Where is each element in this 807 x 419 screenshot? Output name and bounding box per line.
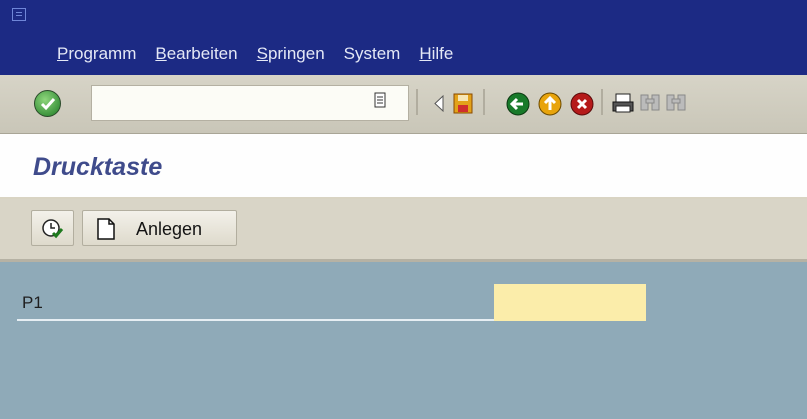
find-icon[interactable] <box>638 91 663 116</box>
exit-icon[interactable] <box>537 91 562 116</box>
p1-label: P1 <box>22 293 43 312</box>
p1-input[interactable] <box>494 284 646 321</box>
create-button-label: Anlegen <box>136 219 203 239</box>
find-next-icon[interactable] <box>664 91 689 116</box>
dropdown-icon[interactable] <box>374 92 386 108</box>
menu-bearbeiten[interactable]: Bearbeiten <box>155 44 237 64</box>
menu-bar: Programm Bearbeiten Springen System Hilf… <box>0 0 807 75</box>
create-document-icon <box>97 218 115 240</box>
back-icon[interactable] <box>505 91 530 116</box>
content-area: P1 <box>0 262 807 419</box>
separator <box>416 89 418 115</box>
page-title: Drucktaste <box>33 153 163 181</box>
cancel-icon[interactable] <box>569 91 594 116</box>
enter-icon[interactable] <box>34 90 61 117</box>
print-icon[interactable] <box>611 91 636 116</box>
application-toolbar: Anlegen <box>0 199 807 262</box>
save-icon[interactable] <box>452 91 477 116</box>
standard-toolbar <box>0 75 807 134</box>
execute-button[interactable] <box>31 210 74 246</box>
separator <box>483 89 485 115</box>
separator <box>601 89 603 115</box>
menu-springen[interactable]: Springen <box>257 44 325 64</box>
menu-programm[interactable]: Programm <box>57 44 136 64</box>
command-field[interactable] <box>91 85 409 121</box>
menu-items: Programm Bearbeiten Springen System Hilf… <box>57 44 472 64</box>
label-underline <box>17 319 495 321</box>
create-button[interactable]: Anlegen <box>82 210 237 246</box>
menu-hilfe[interactable]: Hilfe <box>419 44 453 64</box>
execute-icon <box>42 219 64 239</box>
menu-system[interactable]: System <box>344 44 401 64</box>
system-menu-icon[interactable] <box>12 8 26 21</box>
title-bar: Drucktaste <box>0 134 807 199</box>
